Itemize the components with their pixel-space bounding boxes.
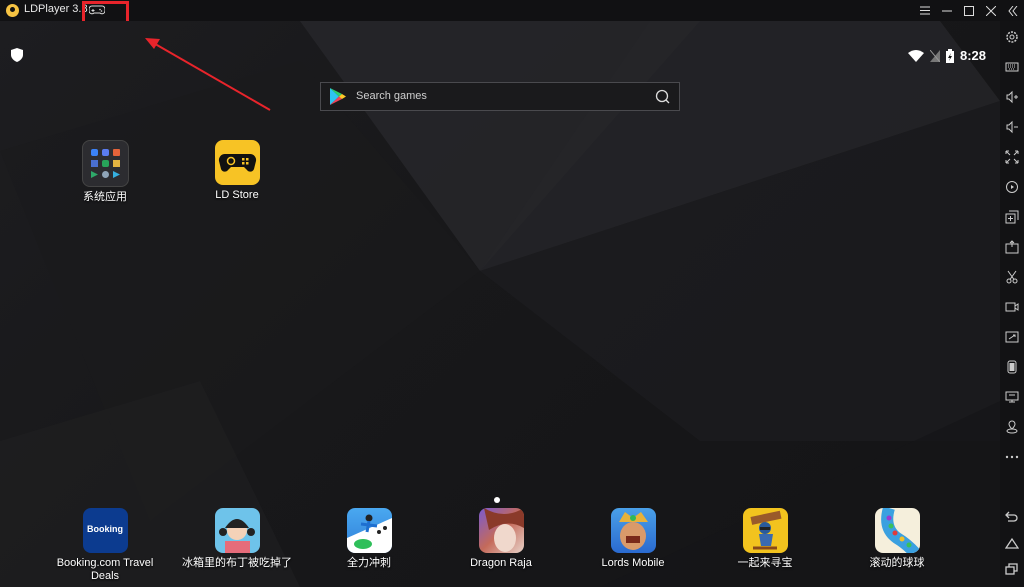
dock-app-lords-mobile[interactable]: Lords Mobile bbox=[578, 508, 688, 570]
app-label: 滚动的球球 bbox=[869, 557, 925, 569]
volume-down-icon bbox=[1006, 120, 1018, 134]
recents-icon bbox=[1005, 563, 1018, 575]
app-system-apps[interactable]: 系统应用 bbox=[50, 140, 160, 204]
status-bar-right: 8:28 bbox=[908, 48, 986, 63]
minimize-icon bbox=[942, 10, 952, 12]
volume-up-button[interactable] bbox=[1000, 86, 1024, 108]
app-label: Booking.com Travel Deals bbox=[56, 557, 154, 582]
app-label: 一起来寻宝 bbox=[737, 557, 793, 569]
dock-app-sprint[interactable]: 全力冲刺 bbox=[314, 508, 424, 570]
gear-icon bbox=[1006, 31, 1018, 43]
shake-button[interactable] bbox=[1000, 356, 1024, 378]
title-bar: LDPlayer 3.8 bbox=[0, 0, 1024, 25]
fullscreen-button[interactable] bbox=[1000, 146, 1024, 168]
screenshot-button[interactable] bbox=[1000, 266, 1024, 288]
maximize-icon bbox=[964, 5, 974, 16]
menu-button[interactable] bbox=[914, 0, 936, 21]
location-button[interactable] bbox=[1000, 416, 1024, 438]
phone-icon bbox=[1007, 360, 1017, 374]
sprint-game-icon bbox=[346, 508, 392, 553]
double-chevron-left-icon bbox=[1008, 5, 1018, 16]
dock-app-pudding[interactable]: 冰箱里的布丁被吃掉了 bbox=[182, 508, 292, 570]
fullscreen-icon bbox=[1005, 150, 1019, 164]
pudding-game-icon bbox=[214, 508, 260, 553]
minimize-button[interactable] bbox=[936, 0, 958, 21]
no-signal-icon bbox=[930, 49, 940, 62]
page-indicator-dot bbox=[494, 497, 500, 503]
sync-button[interactable] bbox=[1000, 326, 1024, 348]
app-label: 系统应用 bbox=[83, 191, 127, 203]
app-label: 冰箱里的布丁被吃掉了 bbox=[182, 557, 292, 569]
settings-button[interactable] bbox=[1000, 26, 1024, 48]
ldplayer-logo-icon bbox=[6, 4, 19, 17]
emulator-sidebar bbox=[1000, 21, 1024, 587]
dock-app-booking[interactable]: Booking Booking.com Travel Deals bbox=[50, 508, 160, 583]
record-video-button[interactable] bbox=[1000, 296, 1024, 318]
back-arrow-icon bbox=[1005, 511, 1018, 522]
volume-down-button[interactable] bbox=[1000, 116, 1024, 138]
shield-icon bbox=[11, 48, 23, 62]
app-label: Dragon Raja bbox=[470, 557, 532, 569]
app-label: LD Store bbox=[215, 189, 259, 201]
apk-install-icon bbox=[1005, 240, 1019, 254]
app-label: 全力冲刺 bbox=[347, 557, 391, 569]
annotation-arrow bbox=[145, 38, 271, 111]
monitor-icon bbox=[1005, 391, 1019, 403]
search-games-bar[interactable]: Search games bbox=[320, 82, 680, 111]
lords-mobile-icon bbox=[610, 508, 656, 553]
menu-icon bbox=[920, 6, 930, 15]
dragon-raja-icon bbox=[478, 508, 524, 553]
dock-app-dragon-raja[interactable]: Dragon Raja bbox=[446, 508, 556, 570]
google-play-icon bbox=[330, 88, 346, 105]
more-button[interactable] bbox=[1000, 446, 1024, 468]
close-icon bbox=[986, 5, 996, 16]
recents-button[interactable] bbox=[1000, 558, 1024, 580]
dock-app-treasure[interactable]: 一起来寻宝 bbox=[710, 508, 820, 570]
play-circle-icon bbox=[1006, 181, 1018, 193]
multi-instance-button[interactable] bbox=[1000, 206, 1024, 228]
search-placeholder: Search games bbox=[356, 90, 427, 102]
app-title: LDPlayer 3.8 bbox=[24, 3, 88, 15]
maximize-button[interactable] bbox=[958, 0, 980, 21]
treasure-game-icon bbox=[742, 508, 788, 553]
volume-up-icon bbox=[1006, 90, 1018, 104]
search-icon[interactable] bbox=[655, 89, 671, 105]
dock-app-rolling-balls[interactable]: 滚动的球球 bbox=[842, 508, 952, 570]
ld-store-icon bbox=[214, 140, 260, 185]
display-button[interactable] bbox=[1000, 386, 1024, 408]
system-apps-folder-icon bbox=[81, 140, 129, 187]
record-operation-button[interactable] bbox=[1000, 176, 1024, 198]
wifi-icon bbox=[908, 49, 924, 62]
clock: 8:28 bbox=[960, 48, 987, 63]
more-dots-icon bbox=[1005, 455, 1019, 459]
keyboard-mapping-button[interactable] bbox=[1000, 56, 1024, 78]
home-icon bbox=[1005, 537, 1019, 549]
home-button[interactable] bbox=[1000, 532, 1024, 554]
booking-icon: Booking bbox=[82, 508, 128, 553]
app-label: Lords Mobile bbox=[601, 557, 665, 569]
booking-icon-text: Booking bbox=[87, 524, 123, 534]
battery-charging-icon bbox=[946, 48, 954, 63]
app-ld-store[interactable]: LD Store bbox=[182, 140, 292, 202]
back-button[interactable] bbox=[1000, 506, 1024, 528]
scissors-icon bbox=[1006, 270, 1018, 284]
install-apk-button[interactable] bbox=[1000, 236, 1024, 258]
video-icon bbox=[1005, 302, 1019, 312]
rolling-balls-icon bbox=[874, 508, 920, 553]
android-screen[interactable]: 8:28 Search games 系统应用 LD Store Booking … bbox=[0, 21, 1000, 587]
sync-icon bbox=[1005, 331, 1019, 343]
add-window-icon bbox=[1005, 210, 1019, 224]
close-button[interactable] bbox=[980, 0, 1002, 21]
location-pin-icon bbox=[1006, 420, 1018, 434]
keyboard-icon bbox=[1005, 62, 1019, 72]
collapse-sidebar-button[interactable] bbox=[1002, 0, 1024, 21]
